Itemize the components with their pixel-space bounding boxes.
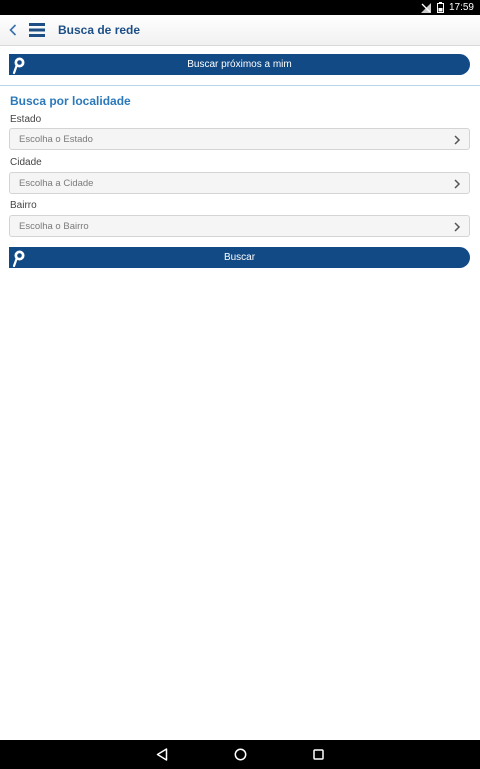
divider — [0, 85, 480, 86]
section-title: Busca por localidade — [10, 94, 131, 108]
menu-icon — [29, 23, 45, 37]
chevron-right-icon — [454, 222, 461, 232]
app-bar: Busca de rede — [0, 15, 480, 46]
nav-back-button[interactable] — [153, 746, 171, 764]
chevron-left-icon — [9, 24, 17, 36]
battery-icon — [436, 2, 444, 13]
city-select-placeholder: Escolha a Cidade — [19, 177, 94, 189]
search-near-me-label: Buscar próximos a mim — [187, 59, 292, 70]
chevron-right-icon — [454, 135, 461, 145]
status-time: 17:59 — [448, 2, 474, 13]
status-bar: 17:59 — [0, 0, 480, 15]
state-select[interactable]: Escolha o Estado — [9, 128, 470, 150]
neighborhood-select[interactable]: Escolha o Bairro — [9, 215, 470, 237]
menu-button[interactable] — [26, 15, 48, 46]
location-pin-icon — [9, 247, 30, 268]
search-button[interactable]: Buscar — [9, 247, 470, 268]
state-label: Estado — [10, 114, 42, 125]
state-select-placeholder: Escolha o Estado — [19, 133, 93, 145]
chevron-right-icon — [454, 179, 461, 189]
navigation-bar — [0, 740, 480, 769]
nav-recents-button[interactable] — [309, 746, 327, 764]
city-label: Cidade — [10, 157, 42, 168]
city-select[interactable]: Escolha a Cidade — [9, 172, 470, 194]
back-triangle-icon — [156, 748, 168, 761]
recents-square-icon — [312, 749, 324, 760]
back-button[interactable] — [2, 15, 24, 46]
neighborhood-select-placeholder: Escolha o Bairro — [19, 220, 89, 232]
home-circle-icon — [234, 748, 246, 761]
search-near-me-button[interactable]: Buscar próximos a mim — [9, 54, 470, 75]
page-title: Busca de rede — [58, 23, 141, 37]
location-pin-icon — [9, 54, 30, 75]
search-button-label: Buscar — [223, 252, 256, 263]
neighborhood-label: Bairro — [10, 200, 37, 211]
signal-off-icon — [420, 2, 432, 13]
nav-home-button[interactable] — [231, 746, 249, 764]
